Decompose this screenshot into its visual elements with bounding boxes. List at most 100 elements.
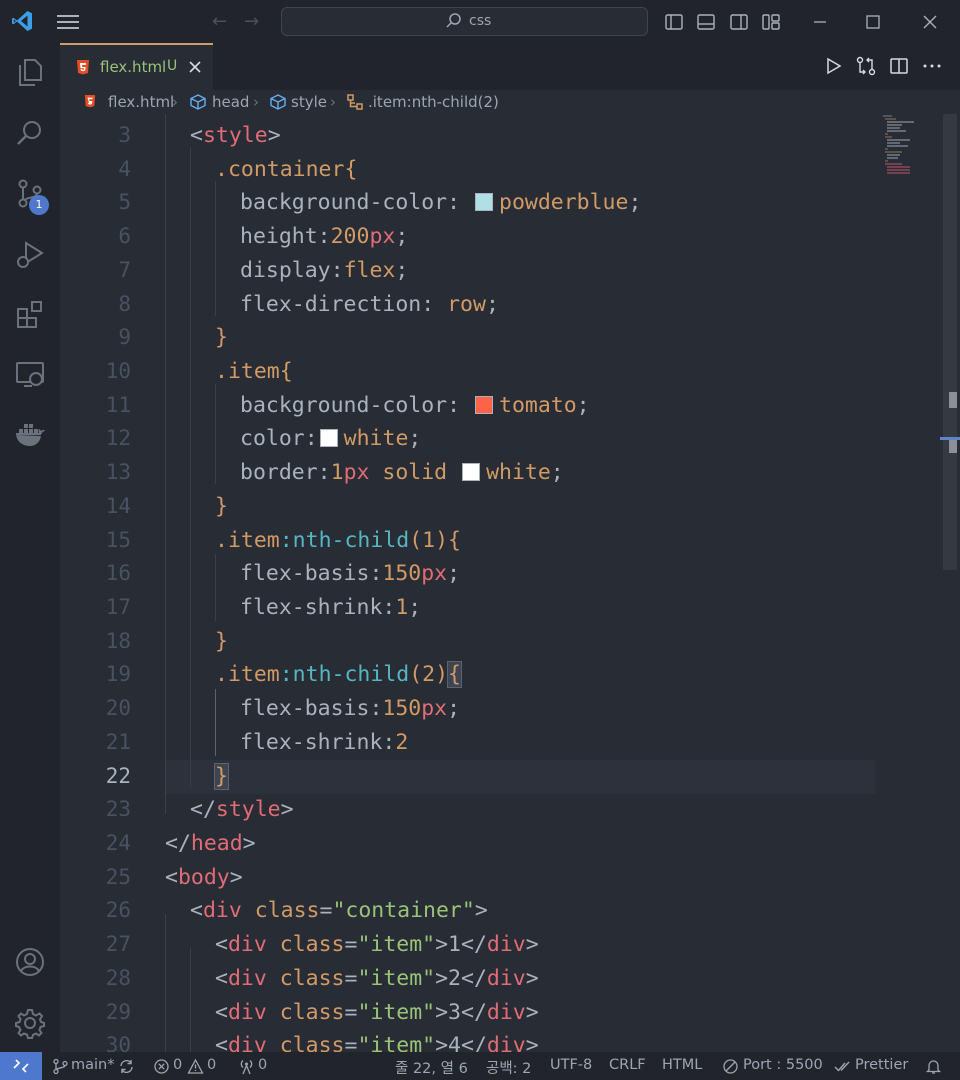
close-tab-icon[interactable]: [186, 58, 204, 76]
indent-guide: [165, 114, 166, 814]
code-line: flex-direction: row;: [240, 292, 499, 317]
line-number: 27: [105, 932, 131, 956]
line-number: 10: [105, 359, 131, 383]
cursor-position[interactable]: 줄 22, 열 6: [395, 1057, 468, 1078]
vertical-scrollbar[interactable]: [943, 114, 957, 570]
command-center-search[interactable]: css: [281, 7, 648, 36]
run-and-debug-icon[interactable]: [14, 238, 46, 270]
code-line: <div class="item">2</div>: [215, 966, 539, 991]
line-number: 28: [105, 966, 131, 990]
run-icon[interactable]: [822, 55, 844, 77]
open-changes-icon[interactable]: [855, 55, 877, 77]
html5-icon: [84, 95, 96, 108]
title-bar: ← → css: [0, 0, 960, 43]
code-line: <div class="item">3</div>: [215, 1000, 539, 1025]
explorer-icon[interactable]: [14, 56, 46, 88]
extensions-icon[interactable]: [14, 298, 46, 330]
line-number: 26: [105, 898, 131, 922]
code-line: background-color: powderblue;: [240, 190, 642, 215]
toggle-panel-icon[interactable]: [696, 12, 716, 32]
more-actions-icon[interactable]: [921, 55, 943, 77]
search-text: css: [469, 13, 492, 29]
error-count[interactable]: 0: [173, 1057, 182, 1073]
close-window-icon[interactable]: [918, 10, 942, 34]
error-icon: [154, 1059, 169, 1074]
warning-count[interactable]: 0: [207, 1057, 216, 1073]
color-swatch-tomato[interactable]: [475, 396, 493, 414]
line-number: 19: [105, 662, 131, 686]
color-swatch-white[interactable]: [462, 463, 481, 481]
line-number: 11: [105, 393, 131, 417]
css-selector-icon: [347, 94, 363, 110]
line-number: 8: [118, 292, 131, 316]
breadcrumb-head[interactable]: head: [212, 93, 249, 111]
status-bar: main* 0 0 0 줄 22, 열 6 공백: 2 UTF-8 CRLF H…: [0, 1052, 960, 1080]
back-arrow-icon[interactable]: ←: [212, 11, 227, 32]
code-line: height:200px;: [240, 224, 409, 249]
line-number: 25: [105, 865, 131, 889]
code-line: border:1px solid white;: [240, 460, 564, 485]
ports-broadcast-icon: [240, 1059, 253, 1075]
indent-guide: [190, 948, 191, 1052]
accounts-icon[interactable]: [14, 946, 46, 978]
toggle-primary-sidebar-icon[interactable]: [664, 12, 684, 32]
line-number: 12: [105, 426, 131, 450]
encoding[interactable]: UTF-8: [550, 1057, 592, 1073]
code-line: .item:nth-child(2){: [215, 661, 462, 688]
element-cube-icon: [190, 94, 206, 110]
settings-gear-icon[interactable]: [14, 1007, 46, 1039]
code-line: </head>: [165, 831, 256, 856]
indent-guide: [215, 554, 216, 621]
code-line: .item:nth-child(1){: [215, 528, 461, 553]
search-icon[interactable]: [14, 117, 46, 149]
sync-icon[interactable]: [118, 1058, 135, 1075]
maximize-window-icon[interactable]: [861, 10, 885, 34]
forward-arrow-icon[interactable]: →: [244, 11, 259, 32]
git-branch[interactable]: main*: [71, 1057, 114, 1073]
line-number: 21: [105, 730, 131, 754]
tab-flex-html[interactable]: flex.html U: [60, 43, 213, 90]
color-swatch-white[interactable]: [319, 429, 338, 447]
formatter[interactable]: Prettier: [855, 1057, 908, 1073]
notifications-bell-icon[interactable]: [925, 1058, 942, 1075]
split-editor-icon[interactable]: [888, 55, 910, 77]
breadcrumb-file[interactable]: flex.html: [108, 93, 174, 111]
code-line: }: [215, 629, 228, 654]
minimap[interactable]: [880, 114, 940, 194]
language-mode[interactable]: HTML: [662, 1057, 702, 1073]
html5-icon: [77, 60, 89, 75]
minimize-window-icon[interactable]: [808, 10, 832, 34]
activity-bar: 1: [0, 43, 60, 1052]
code-line: </style>: [190, 797, 294, 822]
breadcrumb-selector[interactable]: .item:nth-child(2): [368, 93, 499, 111]
line-number: 23: [105, 797, 131, 821]
indentation[interactable]: 공백: 2: [486, 1057, 531, 1078]
code-line: flex-basis:150px;: [240, 696, 461, 721]
end-of-line[interactable]: CRLF: [609, 1057, 646, 1073]
line-number-active: 22: [105, 764, 131, 788]
line-number: 6: [118, 224, 131, 248]
toggle-secondary-sidebar-icon[interactable]: [729, 12, 749, 32]
search-icon: [446, 13, 461, 28]
breadcrumb-style[interactable]: style: [291, 93, 327, 111]
code-line: <div class="item">1</div>: [215, 932, 539, 957]
line-number: 24: [105, 831, 131, 855]
scrollbar-cursor-marker: [940, 437, 960, 440]
remote-indicator[interactable]: [0, 1052, 42, 1080]
live-server-port[interactable]: Port : 5500: [743, 1057, 823, 1073]
double-check-icon: [834, 1061, 850, 1072]
line-number: 29: [105, 1000, 131, 1024]
code-editor[interactable]: 3 4 5 6 7 8 9 10 11 12 13 14 15 16 17 18…: [60, 114, 960, 1052]
docker-icon[interactable]: [14, 419, 46, 451]
remote-explorer-icon[interactable]: [14, 358, 46, 390]
customize-layout-icon[interactable]: [761, 12, 781, 32]
line-number: 13: [105, 460, 131, 484]
indent-guide: [165, 914, 166, 1052]
vscode-logo-icon: [12, 11, 32, 31]
tab-git-status: U: [167, 58, 178, 74]
menu-icon[interactable]: [57, 14, 79, 30]
ports-count[interactable]: 0: [258, 1057, 267, 1073]
color-swatch-powderblue[interactable]: [475, 193, 493, 211]
code-line: }: [215, 494, 228, 519]
code-line: }: [215, 325, 228, 350]
